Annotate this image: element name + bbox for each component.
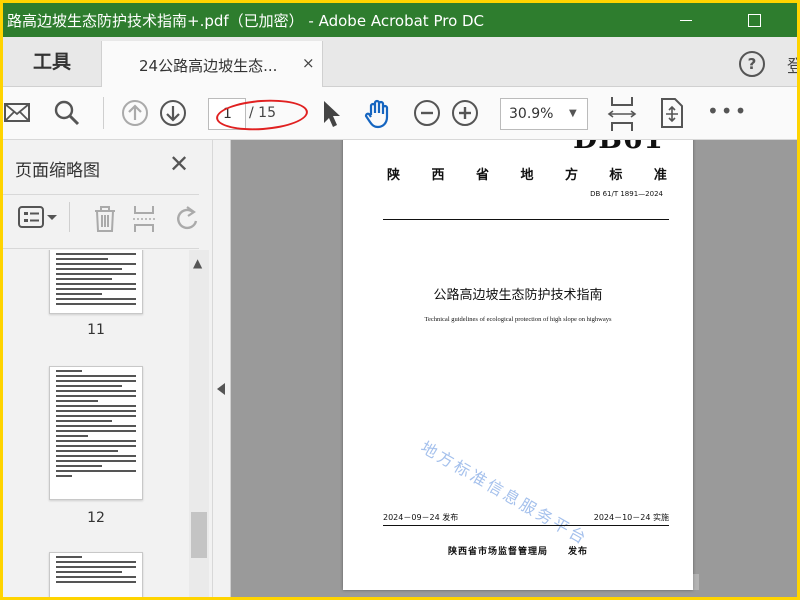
close-icon[interactable]: × bbox=[302, 54, 315, 72]
standard-number: DB 61/T 1891—2024 bbox=[590, 190, 663, 198]
previous-page-icon[interactable] bbox=[121, 99, 149, 127]
sign-in-button[interactable]: 登 bbox=[787, 52, 797, 77]
pdf-page: DB61 陕 西 省 地 方 标 准 DB 61/T 1891—2024 公路高… bbox=[343, 140, 693, 590]
tab-document-label: 24公路高边坡生态... bbox=[139, 57, 278, 75]
toolbar-divider bbox=[103, 97, 104, 129]
thumbnail-label-12: 12 bbox=[87, 510, 105, 526]
tab-tools[interactable]: 工具 bbox=[3, 37, 101, 87]
issue-date: 2024－09－24 发布 bbox=[383, 513, 459, 522]
watermark: 地方标准信息服务平台 bbox=[417, 437, 592, 549]
window-title: 路高边坡生态防护技术指南+.pdf（已加密） - Adobe Acrobat P… bbox=[7, 12, 485, 30]
publisher: 陕西省市场监督管理局 发布 bbox=[447, 547, 588, 557]
acrobat-window: 路高边坡生态防护技术指南+.pdf（已加密） - Adobe Acrobat P… bbox=[3, 3, 797, 597]
email-icon[interactable] bbox=[3, 99, 33, 127]
scrollbar-thumb[interactable] bbox=[191, 512, 207, 558]
heading-char: 陕 bbox=[387, 168, 401, 183]
heading-char: 地 bbox=[520, 168, 534, 183]
page-thumbnail-13[interactable] bbox=[49, 552, 143, 597]
zoom-out-icon[interactable] bbox=[413, 99, 441, 127]
tab-document[interactable]: 24公路高边坡生态... × bbox=[101, 41, 323, 88]
page-thumbnail-12[interactable] bbox=[49, 366, 143, 500]
scroll-up-icon[interactable]: ▲ bbox=[193, 256, 202, 270]
footer-rule bbox=[383, 525, 669, 526]
panel-title: 页面缩略图 bbox=[15, 161, 100, 181]
implement-date: 2024－10－24 实施 bbox=[593, 513, 669, 522]
toolbar: 1 / 15 30.9% ▼ ••• bbox=[3, 87, 797, 140]
heading-char: 方 bbox=[564, 168, 578, 183]
insert-page-icon[interactable] bbox=[131, 204, 159, 234]
hand-tool-icon[interactable] bbox=[363, 99, 393, 129]
header-rule bbox=[383, 219, 669, 220]
heading-char: 省 bbox=[475, 168, 489, 183]
collapse-arrow-icon[interactable] bbox=[217, 383, 225, 395]
help-icon[interactable]: ? bbox=[739, 51, 765, 77]
select-cursor-icon[interactable] bbox=[321, 99, 343, 129]
minimize-button[interactable] bbox=[663, 7, 709, 33]
panel-toolbar-divider bbox=[69, 202, 70, 232]
thumbnail-scrollbar[interactable]: ▲ bbox=[189, 250, 209, 597]
panel-divider bbox=[3, 248, 199, 249]
document-subtitle: Technical guidelines of ecological prote… bbox=[424, 316, 612, 323]
thumbnail-list: 11 12 bbox=[3, 250, 189, 597]
title-bar: 路高边坡生态防护技术指南+.pdf（已加密） - Adobe Acrobat P… bbox=[3, 3, 797, 37]
page-thumbnails-panel: 页面缩略图 ✕ 11 12 ▲ bbox=[3, 140, 213, 597]
search-icon[interactable] bbox=[53, 99, 81, 127]
fit-page-icon[interactable] bbox=[607, 95, 637, 133]
chevron-down-icon: ▼ bbox=[569, 108, 577, 119]
document-view[interactable]: DB61 陕 西 省 地 方 标 准 DB 61/T 1891—2024 公路高… bbox=[231, 140, 797, 597]
more-options-icon[interactable]: ••• bbox=[707, 99, 748, 123]
tab-bar: 工具 24公路高边坡生态... × ? 登 bbox=[3, 37, 797, 88]
date-row: 2024－09－24 发布 2024－10－24 实施 bbox=[383, 512, 669, 523]
maximize-button[interactable] bbox=[731, 7, 777, 33]
rotate-page-icon[interactable] bbox=[657, 97, 687, 129]
standard-logo: DB61 bbox=[573, 140, 664, 155]
next-page-icon[interactable] bbox=[159, 99, 187, 127]
site-watermark: WWW. bbox=[659, 574, 699, 590]
zoom-in-icon[interactable] bbox=[451, 99, 479, 127]
thumbnail-options-icon[interactable] bbox=[17, 204, 61, 232]
page-thumbnail-11[interactable] bbox=[49, 250, 143, 314]
province-standard-heading: 陕 西 省 地 方 标 准 bbox=[387, 164, 667, 183]
delete-page-icon[interactable] bbox=[91, 204, 119, 234]
panel-divider bbox=[3, 194, 199, 195]
heading-char: 标 bbox=[609, 168, 623, 183]
heading-char: 西 bbox=[431, 168, 445, 183]
rotate-icon[interactable] bbox=[173, 204, 201, 234]
thumbnail-label-11: 11 bbox=[87, 322, 105, 338]
document-title: 公路高边坡生态防护技术指南 bbox=[433, 288, 603, 303]
panel-collapse-strip[interactable] bbox=[213, 140, 231, 597]
zoom-level-select[interactable]: 30.9% ▼ bbox=[500, 98, 588, 130]
zoom-level-value: 30.9% bbox=[509, 106, 554, 122]
heading-char: 准 bbox=[653, 168, 667, 183]
close-panel-icon[interactable]: ✕ bbox=[169, 150, 189, 178]
